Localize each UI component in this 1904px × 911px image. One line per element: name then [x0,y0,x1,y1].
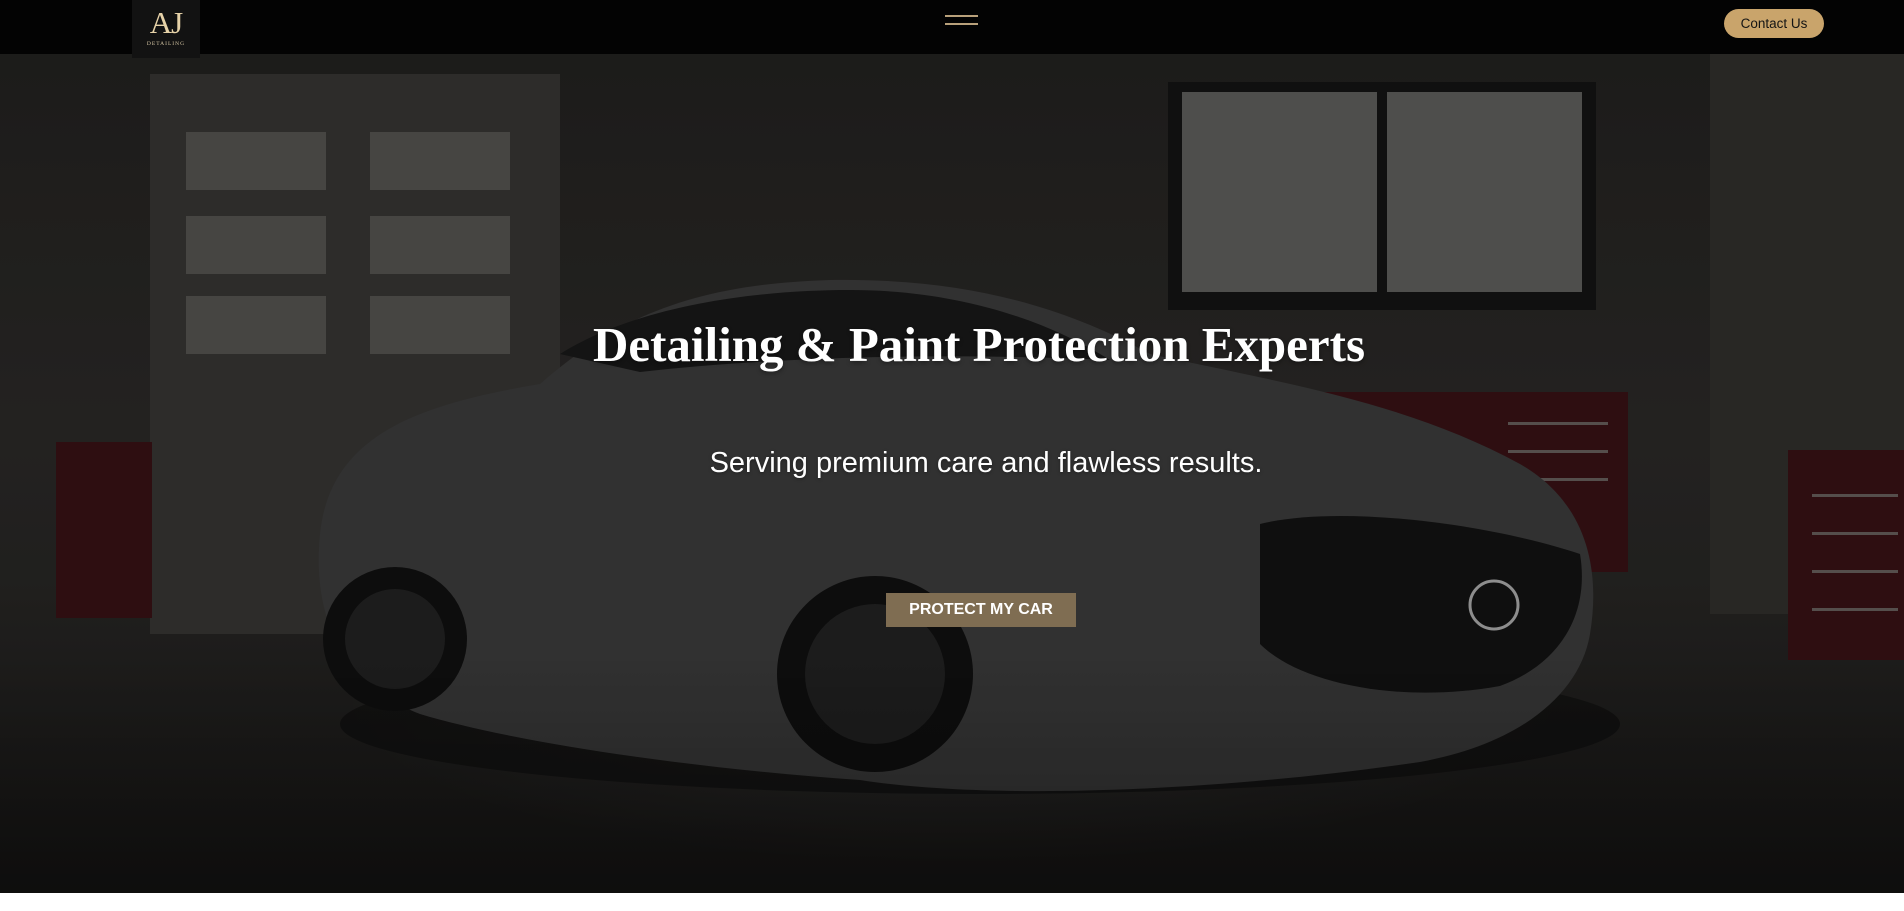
hero-title: Detailing & Paint Protection Experts [592,317,1366,372]
page: AJ DETAILING Contact Us Detailing & Pain… [0,0,1904,911]
brand-logo[interactable]: AJ DETAILING [132,0,200,58]
hamburger-line-bottom [945,23,978,25]
contact-us-button[interactable]: Contact Us [1724,9,1824,38]
hero-section: Detailing & Paint Protection Experts Ser… [0,54,1904,893]
logo-subtitle: DETAILING [146,41,186,47]
hero-subtitle: Serving premium care and flawless result… [709,447,1263,479]
logo-mark: AJ [149,5,183,40]
hamburger-icon[interactable] [942,13,982,33]
hamburger-line-top [945,15,978,17]
top-navbar: AJ DETAILING Contact Us [0,0,1904,58]
protect-my-car-button[interactable]: PROTECT MY CAR [886,593,1076,627]
